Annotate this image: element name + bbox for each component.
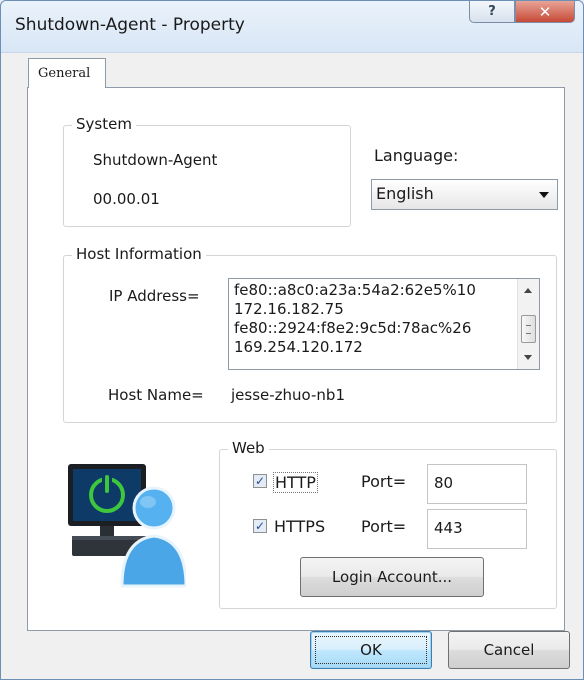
host-name-label: Host Name= <box>108 386 204 404</box>
help-button[interactable]: ? <box>469 1 515 23</box>
scroll-thumb[interactable] <box>521 315 536 343</box>
scroll-down-icon[interactable] <box>524 355 532 360</box>
http-port-input[interactable]: 80 <box>427 464 527 504</box>
system-group: System Shutdown-Agent 00.00.01 <box>63 115 351 227</box>
list-item[interactable]: fe80::a8c0:a23a:54a2:62e5%10 <box>234 281 539 300</box>
list-item[interactable]: 172.16.182.75 <box>234 300 539 319</box>
system-legend: System <box>72 115 136 133</box>
ok-button[interactable]: OK <box>310 631 432 669</box>
cancel-button[interactable]: Cancel <box>448 631 570 669</box>
computer-with-user-icon <box>68 464 186 588</box>
http-port-label: Port= <box>361 472 407 491</box>
host-name-value: jesse-zhuo-nb1 <box>231 386 345 404</box>
scroll-up-icon[interactable] <box>524 288 532 293</box>
login-account-label: Login Account... <box>331 568 453 586</box>
https-port-input[interactable]: 443 <box>427 509 527 549</box>
http-checkbox[interactable]: ✓ <box>253 474 267 488</box>
close-icon: ✕ <box>538 2 552 21</box>
close-button[interactable]: ✕ <box>515 1 575 23</box>
ip-address-label: IP Address= <box>109 287 200 305</box>
login-account-button[interactable]: Login Account... <box>300 557 484 597</box>
ip-list-scrollbar[interactable] <box>517 279 539 369</box>
host-info-legend: Host Information <box>72 245 206 263</box>
list-item[interactable]: 169.254.120.172 <box>234 338 539 357</box>
ip-address-list[interactable]: fe80::a8c0:a23a:54a2:62e5%10 172.16.182.… <box>228 278 540 370</box>
app-version: 00.00.01 <box>93 190 160 208</box>
https-port-label: Port= <box>361 517 407 536</box>
language-label: Language: <box>374 146 459 165</box>
window-title: Shutdown-Agent - Property <box>15 15 245 35</box>
cancel-label: Cancel <box>483 641 535 659</box>
web-legend: Web <box>228 439 269 457</box>
language-select[interactable]: English <box>371 179 558 210</box>
help-icon: ? <box>488 4 496 19</box>
chevron-down-icon <box>539 192 549 198</box>
https-label[interactable]: HTTPS <box>274 517 325 536</box>
http-label[interactable]: HTTP <box>273 472 318 493</box>
app-name: Shutdown-Agent <box>93 151 218 169</box>
title-bar[interactable]: Shutdown-Agent - Property ? ✕ <box>1 1 583 53</box>
https-checkbox[interactable]: ✓ <box>253 519 267 533</box>
language-value: English <box>376 184 434 203</box>
list-item[interactable]: fe80::2924:f8e2:9c5d:78ac%26 <box>234 319 539 338</box>
focus-rect <box>315 636 427 664</box>
general-tab-panel: System Shutdown-Agent 00.00.01 Language:… <box>27 87 565 631</box>
property-window: Shutdown-Agent - Property ? ✕ General Sy… <box>0 0 584 680</box>
tab-general[interactable]: General <box>28 58 106 88</box>
